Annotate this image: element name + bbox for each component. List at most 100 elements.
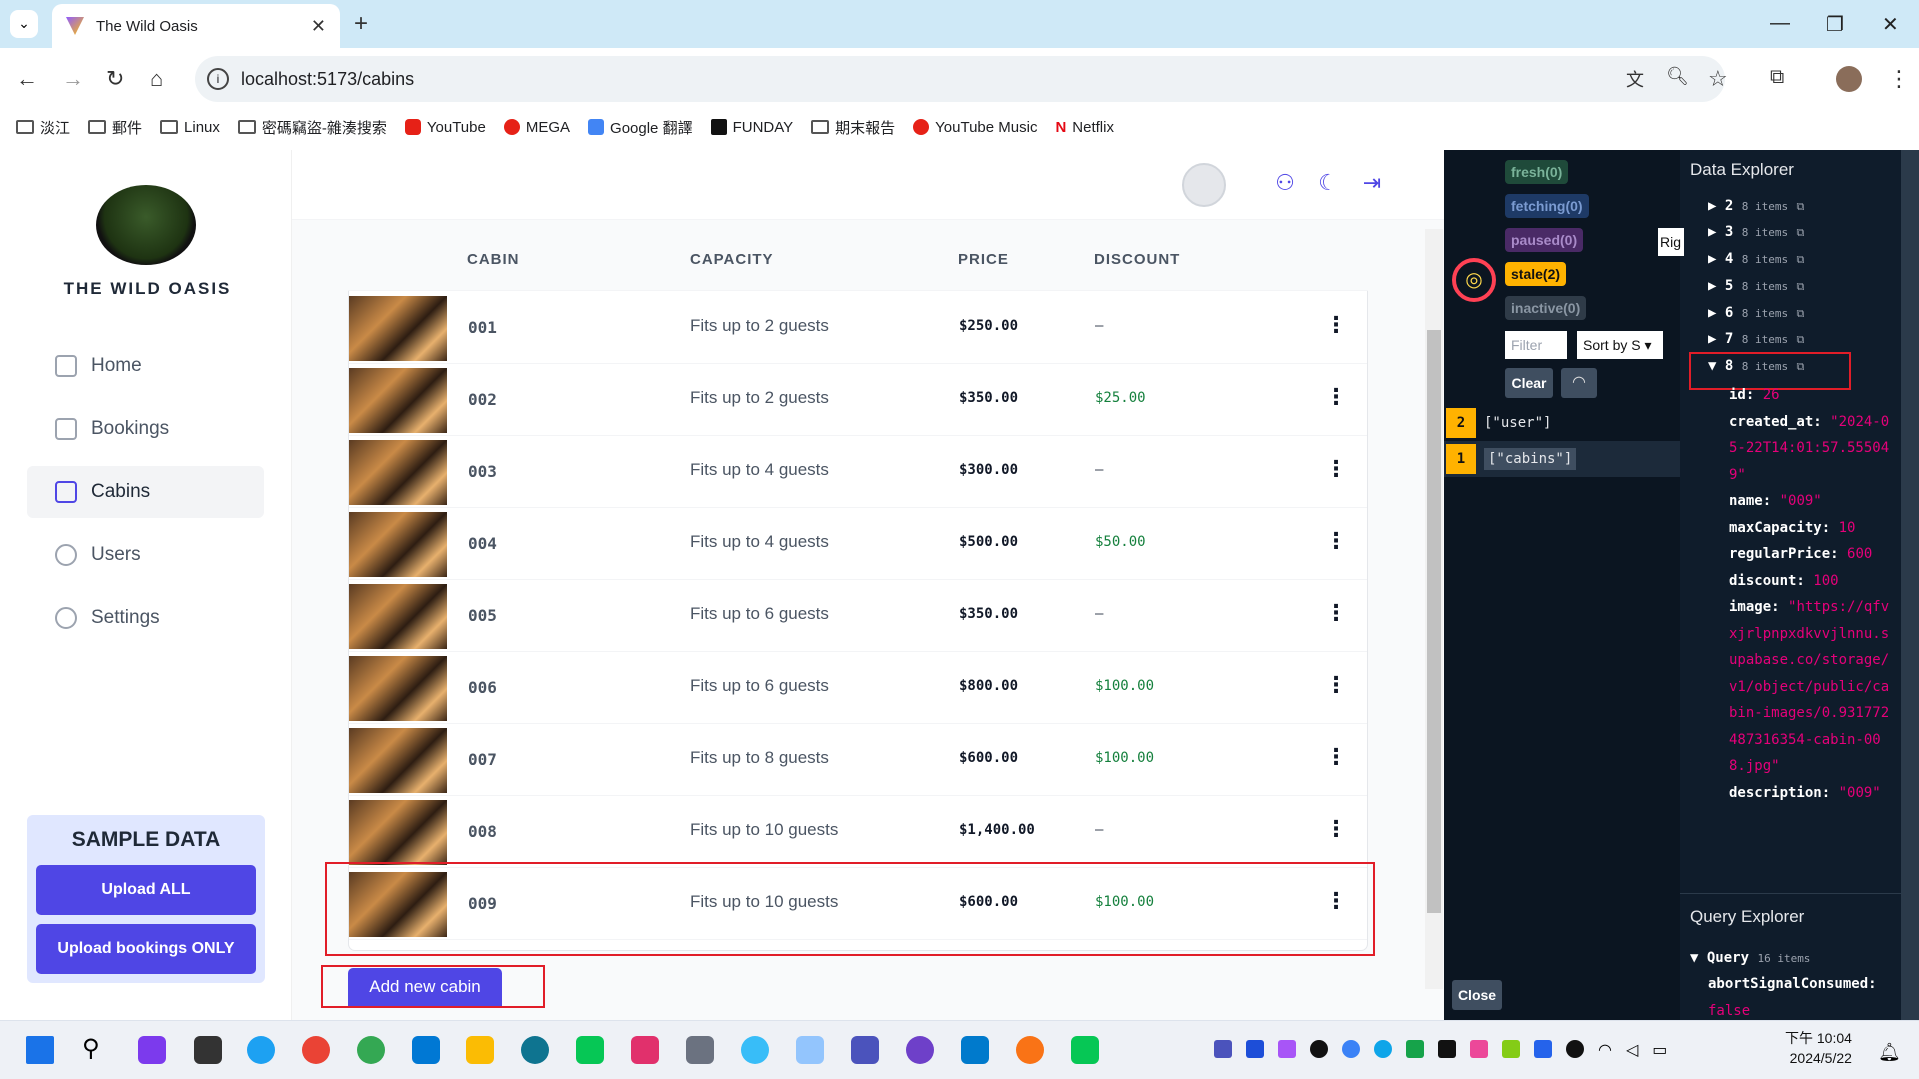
chrome-active-icon[interactable] (357, 1036, 385, 1064)
github-icon[interactable] (906, 1036, 934, 1064)
app-icon[interactable] (741, 1036, 769, 1064)
bookmark-link[interactable]: N Netflix (1055, 119, 1114, 136)
tray-app-icon[interactable] (1278, 1040, 1296, 1058)
bookmark-folder[interactable]: 期末報告 (811, 117, 895, 138)
row-menu-button[interactable]: ⋮ (1325, 672, 1347, 698)
tray-app-icon[interactable] (1470, 1040, 1488, 1058)
volume-icon[interactable]: ◁ (1626, 1040, 1638, 1064)
user-icon[interactable]: ⚇ (1272, 170, 1298, 196)
bookmark-link[interactable]: MEGA (503, 119, 570, 136)
tray-app-icon[interactable] (1374, 1040, 1392, 1058)
bookmark-link[interactable]: YouTube (404, 119, 486, 136)
sidebar-item-cabins[interactable]: Cabins (27, 466, 264, 518)
notification-bell-icon[interactable]: 🔔︎ (1878, 1042, 1901, 1063)
tray-app-icon[interactable] (1438, 1040, 1456, 1058)
tray-security-icon[interactable] (1534, 1040, 1552, 1058)
bookmark-link[interactable]: Google 翻譯 (588, 117, 693, 138)
zoom-icon[interactable]: 🔍︎ (1666, 66, 1689, 87)
restore-button[interactable]: ❐ (1826, 12, 1844, 37)
copy-icon[interactable]: ⧉ (1797, 280, 1805, 293)
row-menu-button[interactable]: ⋮ (1325, 384, 1347, 410)
page-scrollbar-thumb[interactable] (1427, 330, 1441, 913)
copy-icon[interactable]: ⧉ (1797, 307, 1805, 320)
row-menu-button[interactable]: ⋮ (1325, 456, 1347, 482)
instagram-icon[interactable] (631, 1036, 659, 1064)
row-menu-button[interactable]: ⋮ (1325, 744, 1347, 770)
query-tree-item[interactable]: ▼ Query 16 items (1690, 950, 1810, 966)
copy-icon[interactable]: ⧉ (1797, 253, 1805, 266)
tree-item[interactable]: ▶ 7 8 items ⧉ (1708, 331, 1804, 347)
bookmark-link[interactable]: YouTube Music (913, 119, 1037, 136)
row-menu-button[interactable]: ⋮ (1325, 816, 1347, 842)
back-button[interactable]: ← (16, 66, 38, 92)
browser-menu-icon[interactable]: ⋮ (1888, 66, 1910, 92)
devtools-scrollbar[interactable] (1901, 150, 1919, 1020)
row-menu-button[interactable]: ⋮ (1325, 312, 1347, 338)
copilot-icon[interactable] (138, 1036, 166, 1064)
teams-icon[interactable] (851, 1036, 879, 1064)
dark-mode-icon[interactable]: ☾ (1315, 170, 1341, 196)
file-explorer-icon[interactable] (466, 1036, 494, 1064)
extensions-icon[interactable]: ⧉ (1770, 66, 1784, 89)
sidebar-item-home[interactable]: Home (27, 340, 264, 392)
wifi-toggle-icon[interactable]: ◠ (1561, 368, 1597, 398)
tree-item[interactable]: ▶ 2 8 items ⧉ (1708, 198, 1804, 214)
new-tab-button[interactable]: + (354, 10, 368, 38)
translate-icon[interactable]: 文 (1626, 66, 1644, 92)
sidebar-item-users[interactable]: Users (27, 529, 264, 581)
copy-icon[interactable]: ⧉ (1797, 200, 1805, 213)
tray-nvidia-icon[interactable] (1502, 1040, 1520, 1058)
tree-item[interactable]: ▶ 4 8 items ⧉ (1708, 251, 1804, 267)
line-icon[interactable] (1071, 1036, 1099, 1064)
reload-button[interactable]: ↻ (106, 66, 124, 92)
tray-teams-icon[interactable] (1214, 1040, 1232, 1058)
upload-bookings-button[interactable]: Upload bookings ONLY (36, 924, 256, 974)
clear-button[interactable]: Clear (1505, 368, 1553, 398)
site-info-icon[interactable]: i (207, 68, 229, 90)
bookmark-link[interactable]: FUNDAY (710, 119, 793, 136)
edge-icon[interactable] (247, 1036, 275, 1064)
calculator-icon[interactable] (686, 1036, 714, 1064)
tray-app-icon[interactable] (1246, 1040, 1264, 1058)
system-clock[interactable]: 下午 10:04 2024/5/22 (1785, 1028, 1852, 1068)
query-row[interactable]: 1 ["cabins"] (1444, 441, 1680, 477)
sidebar-item-bookings[interactable]: Bookings (27, 403, 264, 455)
tree-item[interactable]: ▶ 3 8 items ⧉ (1708, 224, 1804, 240)
right-dock-button[interactable]: Rig (1658, 228, 1684, 256)
query-row[interactable]: 2 ["user"] (1444, 405, 1680, 441)
windows-start-icon[interactable] (26, 1036, 54, 1064)
bookmark-folder[interactable]: 淡江 (16, 117, 70, 138)
filter-input[interactable]: Filter (1505, 331, 1567, 359)
battery-icon[interactable]: ▭ (1652, 1040, 1667, 1064)
row-menu-button[interactable]: ⋮ (1325, 600, 1347, 626)
bookmark-folder[interactable]: Linux (160, 119, 220, 136)
vscode-icon[interactable] (961, 1036, 989, 1064)
tab-search-button[interactable]: ⌄ (10, 10, 38, 38)
tray-app-icon[interactable] (1310, 1040, 1328, 1058)
search-icon[interactable]: ⚲ (82, 1036, 110, 1064)
app-icon[interactable] (1016, 1036, 1044, 1064)
bookmark-star-icon[interactable]: ☆ (1708, 66, 1728, 92)
home-button[interactable]: ⌂ (150, 66, 163, 92)
copy-icon[interactable]: ⧉ (1797, 226, 1805, 239)
forward-button[interactable]: → (62, 66, 84, 92)
line-icon[interactable] (576, 1036, 604, 1064)
logout-icon[interactable]: ⇥ (1359, 170, 1385, 196)
copy-icon[interactable]: ⧉ (1797, 333, 1805, 346)
row-menu-button[interactable]: ⋮ (1325, 528, 1347, 554)
outlook-icon[interactable] (412, 1036, 440, 1064)
tray-app-icon[interactable] (1342, 1040, 1360, 1058)
bookmark-folder[interactable]: 密碼竊盜-雜湊搜索 (237, 117, 387, 138)
chrome-icon[interactable] (302, 1036, 330, 1064)
close-devtools-button[interactable]: Close (1452, 980, 1502, 1010)
upload-all-button[interactable]: Upload ALL (36, 865, 256, 915)
minimize-button[interactable]: — (1770, 12, 1790, 35)
app-icon[interactable] (521, 1036, 549, 1064)
address-bar[interactable]: i localhost:5173/cabins (195, 56, 1725, 102)
sort-select[interactable]: Sort by S ▾ (1577, 331, 1663, 359)
sidebar-item-settings[interactable]: Settings (27, 592, 264, 644)
close-tab-icon[interactable]: ✕ (311, 16, 326, 37)
tray-app-icon[interactable] (1566, 1040, 1584, 1058)
task-view-icon[interactable] (194, 1036, 222, 1064)
close-window-button[interactable]: ✕ (1882, 12, 1899, 37)
